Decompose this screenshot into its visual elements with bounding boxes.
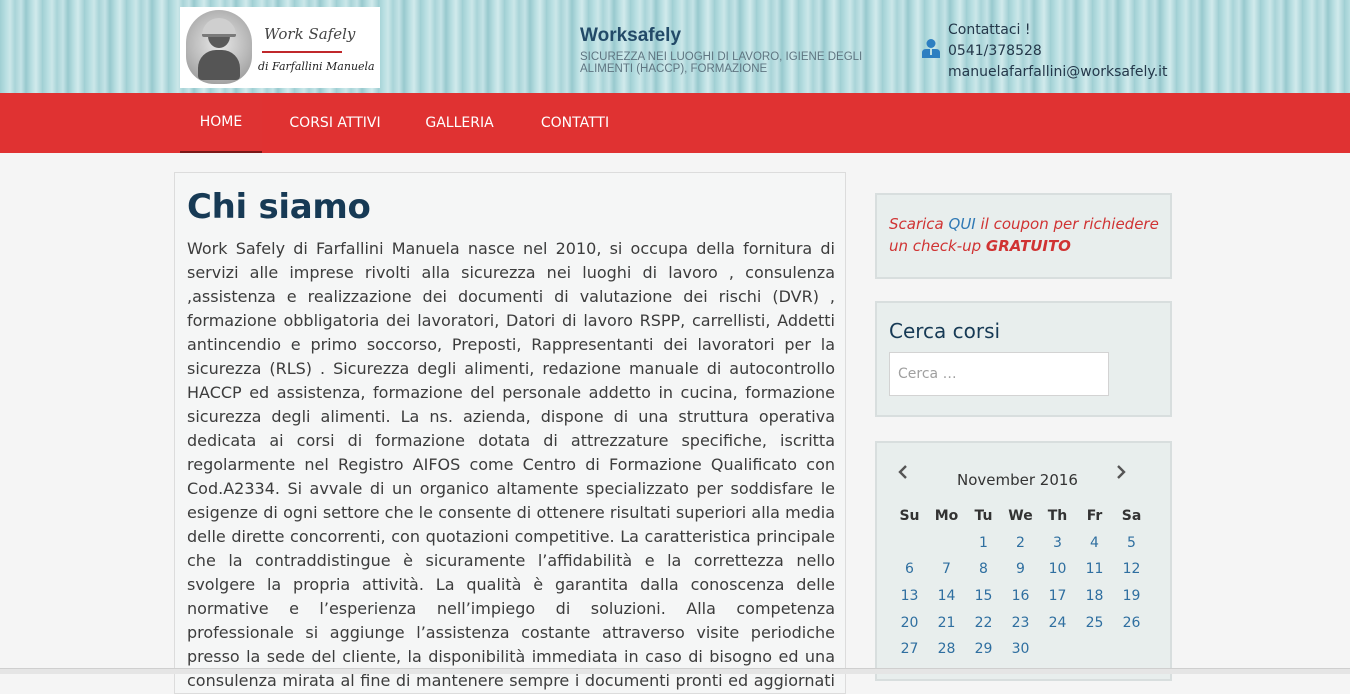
calendar-day[interactable]: 27 — [891, 636, 928, 663]
worker-logo-icon — [186, 10, 252, 84]
calendar-day[interactable]: 17 — [1039, 583, 1076, 610]
weekday-header: Th — [1047, 508, 1068, 525]
site-description: SICUREZZA NEI LUOGHI DI LAVORO, IGIENE D… — [580, 51, 863, 75]
weekday-header: We — [1008, 508, 1033, 525]
calendar-widget: November 2016 Su Mo Tu We Th Fr Sa 12345… — [875, 441, 1172, 681]
calendar-day[interactable]: 5 — [1113, 530, 1150, 557]
coupon-widget: Scarica QUI il coupon per richiedere un … — [875, 193, 1172, 279]
logo-text-line2: di Farfallini Manuela — [258, 60, 375, 73]
calendar-day[interactable]: 25 — [1076, 609, 1113, 636]
chevron-right-icon[interactable] — [1113, 463, 1129, 481]
search-widget-title: Cerca corsi — [889, 319, 1001, 343]
calendar-day[interactable]: 28 — [928, 636, 965, 663]
main-nav: HOME CORSI ATTIVI GALLERIA CONTATTI — [0, 93, 1350, 153]
calendar-day[interactable]: 20 — [891, 609, 928, 636]
contact-email[interactable]: manuelafarfallini@worksafely.it — [948, 62, 1168, 83]
calendar-empty-cell — [1039, 636, 1076, 663]
calendar-day[interactable]: 19 — [1113, 583, 1150, 610]
calendar-day[interactable]: 2 — [1002, 530, 1039, 557]
contact-label: Contattaci ! — [948, 22, 1031, 38]
search-input[interactable] — [889, 352, 1109, 396]
weekday-header: Tu — [974, 508, 993, 525]
weekday-header: Mo — [934, 508, 959, 525]
user-icon — [922, 39, 940, 58]
calendar-day[interactable]: 21 — [928, 609, 965, 636]
site-header: Work Safely di Farfallini Manuela Worksa… — [0, 0, 1350, 93]
calendar-weekdays: Su Mo Tu We Th Fr Sa — [891, 503, 1150, 530]
coupon-strong: GRATUITO — [985, 237, 1071, 255]
logo-text-line1: Work Safely — [264, 25, 356, 43]
calendar-day[interactable]: 23 — [1002, 609, 1039, 636]
weekday-header: Su — [899, 508, 920, 525]
calendar-week: 12345 — [891, 530, 1150, 557]
calendar-empty-cell — [891, 530, 928, 557]
contact-phone[interactable]: 0541/378528 — [948, 41, 1168, 62]
calendar-day[interactable]: 22 — [965, 609, 1002, 636]
calendar-empty-cell — [1076, 636, 1113, 663]
calendar-empty-cell — [1113, 636, 1150, 663]
calendar-week: 27 28 29 30 — [891, 636, 1150, 663]
calendar-day[interactable]: 29 — [965, 636, 1002, 663]
calendar-day[interactable]: 6 — [891, 556, 928, 583]
calendar-empty-cell — [928, 530, 965, 557]
calendar-day[interactable]: 24 — [1039, 609, 1076, 636]
weekday-header: Fr — [1086, 508, 1103, 525]
site-logo[interactable]: Work Safely di Farfallini Manuela — [180, 7, 380, 88]
nav-item-contatti[interactable]: CONTATTI — [531, 93, 619, 153]
calendar-day[interactable]: 14 — [928, 583, 965, 610]
contact-info: Contattaci ! 0541/378528 manuelafarfalli… — [948, 20, 1168, 83]
calendar-day[interactable]: 11 — [1076, 556, 1113, 583]
calendar-day[interactable]: 3 — [1039, 530, 1076, 557]
calendar-day[interactable]: 9 — [1002, 556, 1039, 583]
calendar-day[interactable]: 12 — [1113, 556, 1150, 583]
calendar-day[interactable]: 4 — [1076, 530, 1113, 557]
calendar-week: 20 21 22 23 24 25 26 — [891, 609, 1150, 636]
calendar-days: 1 2 3 4 5 6 7 8 9 10 11 12 13 14 15 16 17 18 19 20 21 22 23 24 2… — [891, 530, 1150, 663]
search-widget: Cerca corsi — [875, 301, 1172, 417]
calendar-day[interactable]: 10 — [1039, 556, 1076, 583]
calendar-week: 6 7 8 9 10 11 12 — [891, 556, 1150, 583]
main-content: Chi siamo Work Safely di Farfallini Manu… — [174, 172, 846, 694]
calendar-day[interactable]: 15 — [965, 583, 1002, 610]
calendar-day[interactable]: 16 — [1002, 583, 1039, 610]
page-title: Chi siamo — [187, 187, 371, 227]
calendar-day[interactable]: 7 — [928, 556, 965, 583]
nav-item-corsi-attivi[interactable]: CORSI ATTIVI — [282, 93, 388, 153]
nav-item-galleria[interactable]: GALLERIA — [418, 93, 501, 153]
coupon-link[interactable]: QUI — [949, 215, 976, 233]
coupon-text: Scarica QUI il coupon per richiedere un … — [889, 213, 1164, 257]
calendar-week: 13 14 15 16 17 18 19 — [891, 583, 1150, 610]
page-body-text: Work Safely di Farfallini Manuela nasce … — [187, 239, 835, 690]
calendar-day[interactable]: 8 — [965, 556, 1002, 583]
calendar-day[interactable]: 13 — [891, 583, 928, 610]
browser-bottom-bar — [0, 668, 1350, 674]
calendar-grid: Su Mo Tu We Th Fr Sa 1 2 3 4 5 6 7 8 9 10 11 12 13 14… — [891, 503, 1150, 663]
logo-divider — [262, 51, 342, 53]
calendar-day[interactable]: 1 — [965, 530, 1002, 557]
calendar-day[interactable]: 26 — [1113, 609, 1150, 636]
coupon-text-pre: Scarica — [889, 215, 949, 233]
site-title[interactable]: Worksafely — [580, 25, 681, 47]
calendar-day[interactable]: 30 — [1002, 636, 1039, 663]
weekday-header: Sa — [1121, 508, 1142, 525]
calendar-day[interactable]: 18 — [1076, 583, 1113, 610]
nav-item-home[interactable]: HOME — [180, 93, 262, 153]
